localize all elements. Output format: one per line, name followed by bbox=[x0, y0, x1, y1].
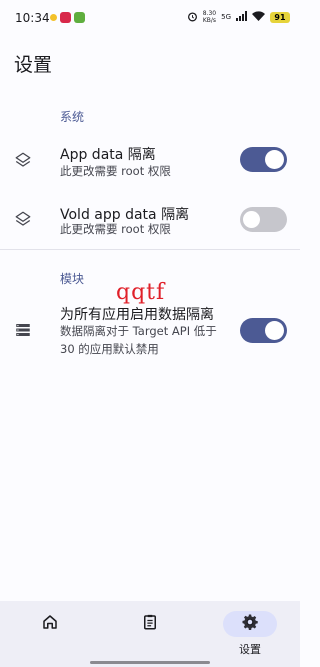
notification-app-icon bbox=[50, 14, 57, 21]
nav-item-home[interactable] bbox=[0, 601, 100, 667]
notification-app-icon bbox=[60, 12, 71, 23]
nav-pill bbox=[23, 611, 77, 637]
nav-item-logs[interactable] bbox=[100, 601, 200, 667]
status-right-icons: 8.30 KB/s 5G 91 bbox=[187, 10, 290, 24]
battery-indicator: 91 bbox=[270, 11, 290, 23]
switch-knob bbox=[265, 321, 284, 340]
notification-icons bbox=[50, 12, 85, 23]
section-header-module: 模块 bbox=[60, 272, 85, 286]
net-speed-value: 8.30 bbox=[202, 10, 217, 17]
clipboard-icon bbox=[141, 613, 159, 635]
home-indicator[interactable] bbox=[90, 661, 210, 664]
setting-title: 为所有应用启用数据隔离 bbox=[60, 307, 214, 323]
setting-subtitle: 数据隔离对于 Target API 低于 30 的应用默认禁用 bbox=[60, 324, 217, 356]
setting-subtitle: 此更改需要 root 权限 bbox=[60, 222, 171, 236]
section-divider bbox=[0, 249, 300, 250]
vold-app-data-isolation-switch[interactable] bbox=[240, 207, 287, 232]
enable-isolation-all-apps-switch[interactable] bbox=[240, 318, 287, 343]
switch-knob bbox=[243, 211, 260, 228]
net-speed-unit: KB/s bbox=[202, 17, 217, 24]
layers-icon bbox=[13, 209, 33, 229]
bottom-navigation: 设置 bbox=[0, 601, 300, 667]
status-time: 10:34 bbox=[15, 11, 50, 25]
wifi-icon bbox=[252, 11, 265, 23]
nav-pill bbox=[223, 611, 277, 637]
alarm-icon bbox=[187, 11, 198, 24]
net-speed: 8.30 KB/s bbox=[203, 10, 216, 24]
watermark-text: qqtf bbox=[116, 280, 166, 305]
nav-pill bbox=[123, 611, 177, 637]
page-title: 设置 bbox=[14, 54, 53, 76]
section-header-system: 系统 bbox=[60, 110, 85, 124]
home-icon bbox=[41, 613, 59, 635]
nav-item-settings[interactable]: 设置 bbox=[200, 601, 300, 667]
network-type: 5G bbox=[221, 13, 231, 21]
storage-icon bbox=[13, 320, 33, 340]
setting-row-app-data-isolation[interactable]: App data 隔离 此更改需要 root 权限 bbox=[0, 140, 300, 194]
setting-row-enable-isolation-all-apps[interactable]: 为所有应用启用数据隔离 数据隔离对于 Target API 低于 30 的应用默… bbox=[0, 304, 300, 362]
status-bar: 10:34 8.30 KB/s 5G 91 bbox=[0, 0, 300, 36]
setting-title: App data 隔离 bbox=[60, 147, 156, 163]
setting-subtitle: 此更改需要 root 权限 bbox=[60, 164, 171, 178]
switch-knob bbox=[265, 150, 284, 169]
app-data-isolation-switch[interactable] bbox=[240, 147, 287, 172]
notification-app-icon bbox=[74, 12, 85, 23]
signal-icon bbox=[236, 11, 247, 23]
gear-icon bbox=[241, 613, 259, 635]
nav-label: 设置 bbox=[239, 643, 261, 656]
layers-icon bbox=[13, 150, 33, 170]
